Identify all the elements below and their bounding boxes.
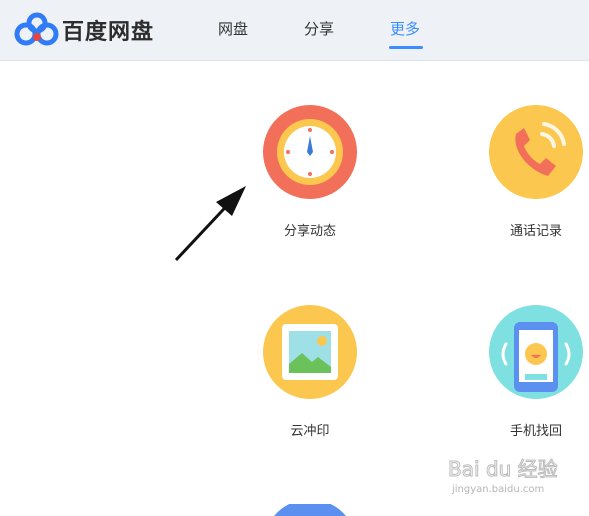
tile-label: 通话记录 (509, 224, 562, 239)
phone-icon (489, 105, 583, 199)
baidu-jingyan-watermark-icon: Bai du 经验 (448, 457, 558, 482)
tile-phone-find[interactable]: 手机找回 (488, 304, 584, 439)
tab-more[interactable]: 更多 (390, 18, 420, 39)
top-nav-bar: 百度网盘 网盘 分享 更多 (0, 0, 589, 61)
next-tile-icon[interactable] (262, 504, 358, 516)
active-tab-indicator (389, 46, 423, 49)
tab-share[interactable]: 分享 (304, 18, 334, 39)
tile-cloud-print[interactable]: 云冲印 (262, 304, 358, 439)
tile-label: 分享动态 (283, 224, 336, 239)
clock-icon (263, 105, 357, 199)
brand-name: 百度网盘 (62, 20, 155, 45)
watermark-url: jingyan.baidu.com (452, 484, 545, 495)
annotation-arrow-icon (174, 186, 246, 262)
tab-netdisk[interactable]: 网盘 (218, 18, 248, 39)
baidu-netdisk-logo-icon (14, 12, 59, 46)
tile-share-activity[interactable]: 分享动态 (262, 104, 358, 239)
photo-icon (263, 305, 357, 399)
mobile-find-icon (489, 305, 583, 399)
tile-label: 手机找回 (509, 424, 562, 439)
svg-text:Bai du 经验: Bai du 经验 (448, 457, 558, 481)
tile-call-log[interactable]: 通话记录 (488, 104, 584, 239)
tile-label: 云冲印 (290, 424, 330, 439)
